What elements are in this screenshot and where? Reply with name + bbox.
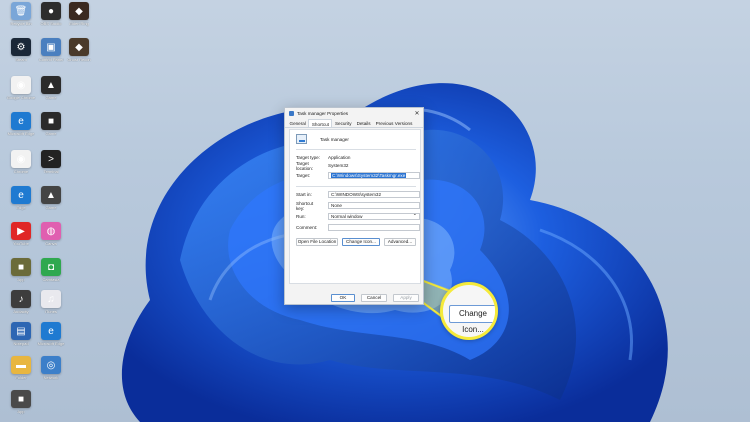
tab-security[interactable]: Security: [332, 119, 354, 127]
divider: [296, 149, 416, 150]
shortcut-panel: Task manager Target type: Application Ta…: [289, 129, 421, 284]
comment-field[interactable]: [328, 224, 420, 231]
app-name: Task manager: [320, 137, 349, 142]
tab-strip: General Shortcut Security Details Previo…: [285, 119, 423, 128]
target-location-row: Target location: System32: [296, 160, 349, 171]
close-icon[interactable]: ✕: [411, 110, 423, 117]
app-icon: [296, 134, 307, 144]
tab-shortcut[interactable]: Shortcut: [308, 119, 333, 127]
tab-details[interactable]: Details: [354, 119, 373, 127]
tab-general[interactable]: General: [287, 119, 308, 127]
cancel-button[interactable]: Cancel: [361, 294, 387, 302]
tab-previous-versions[interactable]: Previous Versions: [373, 119, 415, 127]
comment-label: Comment:: [296, 225, 318, 230]
ok-button[interactable]: OK: [331, 294, 355, 302]
comment-row: Comment:: [296, 224, 320, 231]
desktop: 🗑 Recycle Bin ● OBS Studio ◆ Elden Ring ⚙ Steam…: [0, 0, 750, 422]
target-location-label: Target location:: [296, 160, 314, 171]
task-manager-icon: [289, 111, 294, 116]
divider: [296, 186, 416, 187]
dialog-titlebar: Task manager Properties ✕: [285, 108, 423, 119]
advanced-button[interactable]: Advanced...: [384, 238, 416, 246]
run-select[interactable]: Normal window: [328, 213, 420, 220]
callout-change-icon-button: Change Icon...: [449, 305, 495, 334]
target-type-value: Application: [328, 155, 351, 160]
run-row: Run:: [296, 213, 320, 220]
run-label: Run:: [296, 214, 306, 219]
dialog-title: Task manager Properties: [297, 111, 349, 116]
dialog-button-bar: OK Cancel Apply: [285, 289, 425, 306]
target-type-label: Target type:: [296, 155, 321, 160]
target-value: C:\Windows\System32\Taskmgr.exe: [331, 173, 407, 178]
target-row: Target:: [296, 172, 320, 179]
change-icon-button[interactable]: Change Icon...: [342, 238, 380, 246]
target-location-value: System32: [328, 163, 349, 168]
shortcut-key-label: Shortcut key:: [296, 200, 314, 211]
start-in-field[interactable]: C:\WINDOWS\system32: [328, 191, 420, 198]
run-value: Normal window: [331, 214, 363, 219]
start-in-value: C:\WINDOWS\system32: [331, 192, 382, 197]
shortcut-key-row: Shortcut key:: [296, 200, 320, 211]
open-file-location-button[interactable]: Open File Location: [296, 238, 338, 246]
properties-dialog: Task manager Properties ✕ General Shortc…: [284, 107, 424, 305]
zoom-callout: Change Icon...: [440, 282, 498, 340]
shortcut-key-field[interactable]: None: [328, 202, 420, 209]
target-label: Target:: [296, 173, 311, 178]
shortcut-key-value: None: [331, 203, 342, 208]
target-field[interactable]: C:\Windows\System32\Taskmgr.exe: [328, 172, 420, 179]
apply-button[interactable]: Apply: [393, 294, 419, 302]
start-in-row: Start in:: [296, 191, 320, 198]
start-in-label: Start in:: [296, 192, 312, 197]
